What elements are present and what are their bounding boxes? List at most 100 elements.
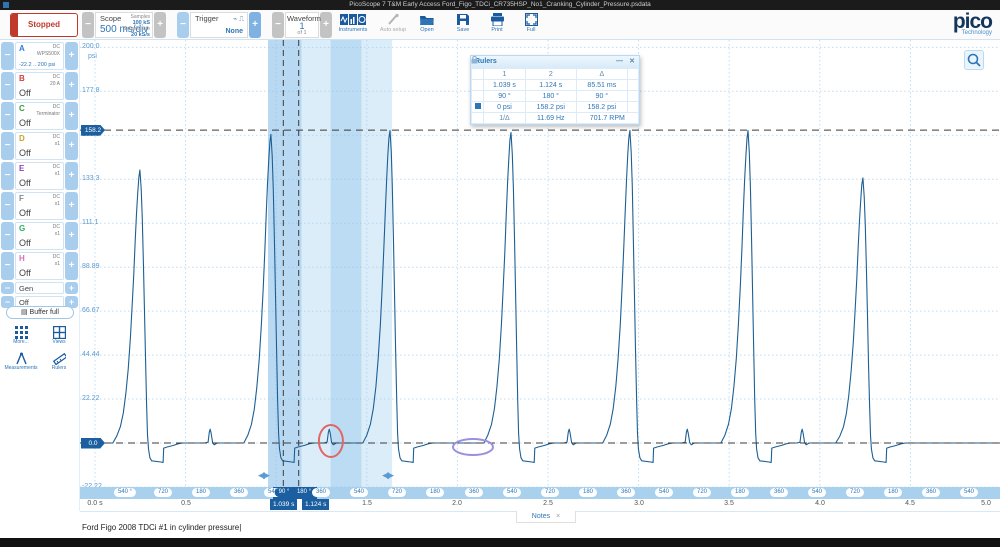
channel-g-card[interactable]: −GDCx1Off+	[1, 222, 78, 250]
rotation-label: 180	[426, 488, 444, 497]
channel-state: Off	[19, 118, 31, 128]
channel-a-plus-button[interactable]: +	[65, 42, 78, 70]
channel-g-plus-button[interactable]: +	[65, 222, 78, 250]
notes-input[interactable]: Ford Figo 2008 TDCi #1 in cylinder press…	[82, 523, 241, 532]
trigger-mode-value[interactable]: None	[226, 28, 244, 35]
channel-state: Off	[19, 148, 31, 158]
channel-b-minus-button[interactable]: −	[1, 72, 14, 100]
rotation-label: 720	[693, 488, 711, 497]
rotation-label: 720	[846, 488, 864, 497]
rulers-dialog[interactable]: Rulers — ✕ 12Δ1.039 s1.124 s85.51 ms90 °…	[470, 55, 640, 125]
dialog-minimize-icon[interactable]: —	[616, 56, 623, 68]
start-stop-button[interactable]: Stopped	[10, 13, 78, 37]
channel-e-card[interactable]: −EDCx1Off+	[1, 162, 78, 190]
save-icon	[446, 13, 480, 26]
scope-minus-button[interactable]: −	[82, 12, 94, 38]
waveform-prev-button[interactable]: −	[272, 12, 284, 38]
lock-icon[interactable]	[628, 80, 639, 91]
generator-row[interactable]: − Gen +	[1, 282, 78, 294]
rotation-ruler-tag[interactable]: 90 °	[275, 488, 294, 497]
time-tick-label: 0.5	[181, 500, 191, 507]
ruler-value[interactable]: 180 °	[525, 91, 576, 102]
buffer-full-button[interactable]: ▤ Buffer full	[6, 306, 74, 319]
trigger-plus-button[interactable]: +	[249, 12, 261, 38]
lock-icon[interactable]	[628, 91, 639, 102]
selection-right-handle[interactable]: ◀▶	[382, 470, 392, 481]
channel-e-minus-button[interactable]: −	[1, 162, 14, 190]
generator-plus-button[interactable]: +	[65, 282, 78, 294]
rulers-table: 12Δ1.039 s1.124 s85.51 ms90 °180 °90 °0 …	[471, 68, 639, 124]
rulers-button[interactable]: Rulers	[40, 351, 78, 377]
notes-tab[interactable]: Notes×	[516, 511, 576, 523]
channel-a-minus-button[interactable]: −	[1, 42, 14, 70]
window-titlebar[interactable]: PicoScope 7 T&M Early Access Ford_Figo_T…	[0, 0, 1000, 10]
channel-letter: B	[19, 74, 25, 83]
time-ruler-tag[interactable]: 1.039 s	[270, 499, 297, 510]
measurements-button[interactable]: Measurements	[2, 351, 40, 377]
rotation-ruler-strip[interactable]: 540 °72018036054090 °180 °36054072018036…	[80, 487, 1000, 499]
channel-f-card[interactable]: −FDCx1Off+	[1, 192, 78, 220]
full-button[interactable]: Full	[514, 13, 548, 33]
instruments-icon	[336, 13, 370, 26]
channel-d-plus-button[interactable]: +	[65, 132, 78, 160]
waveform-next-button[interactable]: +	[320, 12, 332, 38]
ruler-value[interactable]: 1.039 s	[484, 80, 526, 91]
rotation-label: 540	[960, 488, 978, 497]
pressure-ruler-tag[interactable]: 0.0	[81, 438, 105, 449]
time-axis[interactable]: 0.0 s0.51.01.52.02.53.03.54.04.55.01.124…	[80, 499, 1000, 511]
notes-close-icon[interactable]: ×	[556, 513, 560, 520]
channel-b-card[interactable]: −BDC20 AOff+	[1, 72, 78, 100]
zoom-magnifier-button[interactable]	[964, 50, 984, 70]
print-button[interactable]: Print	[480, 13, 514, 33]
channel-f-minus-button[interactable]: −	[1, 192, 14, 220]
rotation-label: 720	[388, 488, 406, 497]
instruments-button[interactable]: Instruments	[336, 13, 370, 33]
time-ruler-tag[interactable]: 1.124 s	[302, 499, 329, 510]
channel-d-card[interactable]: −DDCx1Off+	[1, 132, 78, 160]
channel-h-plus-button[interactable]: +	[65, 252, 78, 280]
channel-f-plus-button[interactable]: +	[65, 192, 78, 220]
time-tick-label: 0.0 s	[87, 500, 102, 507]
trigger-panel[interactable]: − Trigger ⌁ ⎍ None +	[177, 12, 263, 38]
lock-icon[interactable]	[628, 102, 639, 113]
ruler-value[interactable]: 1.124 s	[525, 80, 576, 91]
channel-state: Off	[19, 238, 31, 248]
channel-c-plus-button[interactable]: +	[65, 102, 78, 130]
channel-d-minus-button[interactable]: −	[1, 132, 14, 160]
notes-panel[interactable]: Notes× Ford Figo 2008 TDCi #1 in cylinde…	[80, 511, 1000, 538]
channel-h-minus-button[interactable]: −	[1, 252, 14, 280]
open-folder-icon	[410, 13, 444, 26]
channel-a-card[interactable]: −ADCWPS500X-22.2 .. 200 psi+	[1, 42, 78, 70]
dialog-close-icon[interactable]: ✕	[629, 56, 635, 68]
channel-probe: x1	[55, 171, 60, 177]
scope-plus-button[interactable]: +	[154, 12, 166, 38]
channel-c-card[interactable]: −CDCTerminatorOff+	[1, 102, 78, 130]
channel-c-minus-button[interactable]: −	[1, 102, 14, 130]
channel-e-plus-button[interactable]: +	[65, 162, 78, 190]
generator-minus-button[interactable]: −	[1, 282, 14, 294]
waveform-plot-area[interactable]: 200.0psi177.8155.6133.3111.188.8966.6744…	[80, 40, 1000, 487]
open-button[interactable]: Open	[410, 13, 444, 33]
more-button[interactable]: More...	[2, 325, 40, 351]
time-tick-label: 2.5	[543, 500, 553, 507]
ruler-value[interactable]: 0 psi	[484, 102, 526, 113]
views-icon	[40, 326, 78, 339]
channel-coupling: DC	[53, 254, 60, 260]
channel-h-card[interactable]: −HDCx1Off+	[1, 252, 78, 280]
pressure-ruler-tag[interactable]: 158.2	[81, 125, 105, 136]
views-button[interactable]: Views	[40, 325, 78, 351]
channel-state: Off	[19, 88, 31, 98]
rotation-label: 180	[192, 488, 210, 497]
scope-panel[interactable]: − Scope 500 ms/div Samples 100 kS Sample…	[82, 12, 168, 38]
ruler-delta: 90 °	[576, 91, 627, 102]
ruler-value[interactable]: 90 °	[484, 91, 526, 102]
stopped-indicator	[11, 14, 18, 36]
waveform-panel[interactable]: − Waveform 1 of 1 +	[272, 12, 334, 38]
channel-g-minus-button[interactable]: −	[1, 222, 14, 250]
ruler-value[interactable]: 158.2 psi	[525, 102, 576, 113]
channel-b-plus-button[interactable]: +	[65, 72, 78, 100]
trigger-minus-button[interactable]: −	[177, 12, 189, 38]
save-button[interactable]: Save	[446, 13, 480, 33]
channel-coupling: DC	[53, 164, 60, 170]
selection-left-handle[interactable]: ◀▶	[258, 470, 268, 481]
